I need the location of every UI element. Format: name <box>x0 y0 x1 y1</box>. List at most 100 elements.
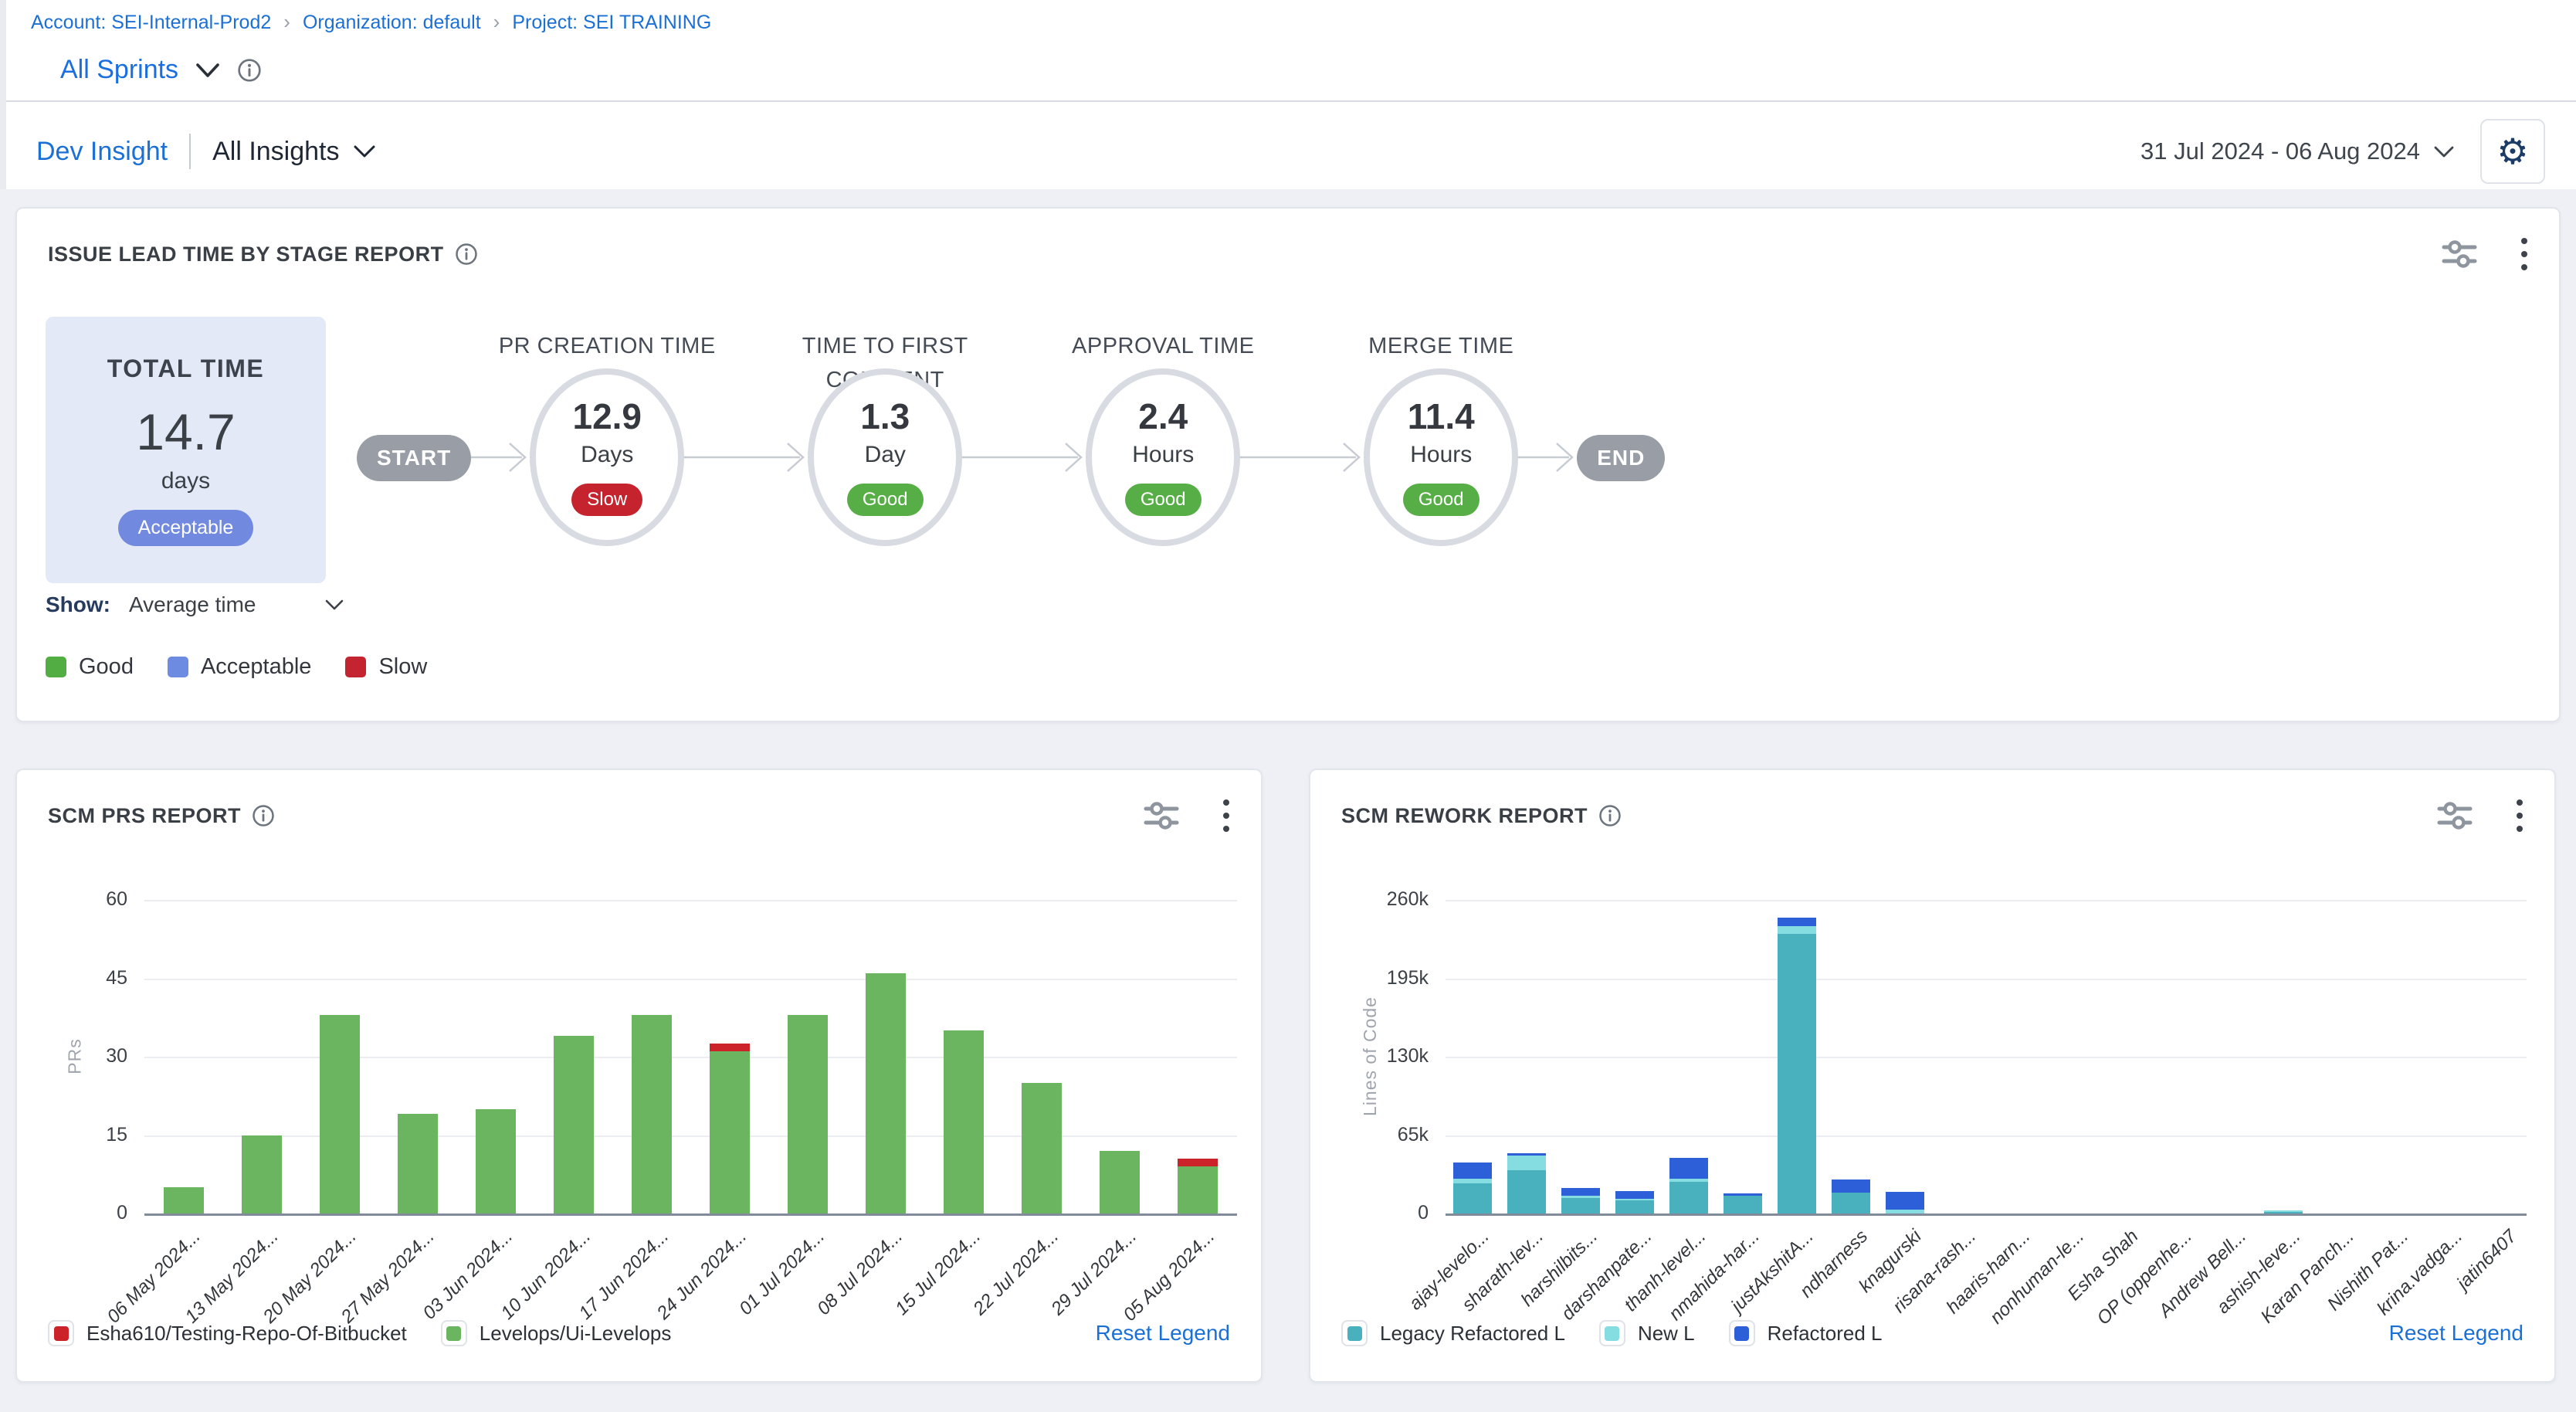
legend-item[interactable]: Esha610/Testing-Repo-Of-Bitbucket <box>48 1320 407 1346</box>
legend-label[interactable]: Esha610/Testing-Repo-Of-Bitbucket <box>86 1322 407 1346</box>
bar-segment[interactable] <box>632 1015 672 1213</box>
bar-segment[interactable] <box>1100 1151 1140 1213</box>
bar-segment[interactable] <box>1778 926 1816 933</box>
filter-sliders-icon[interactable] <box>2442 238 2477 270</box>
filter-sliders-icon[interactable] <box>2437 799 2473 832</box>
filter-sliders-icon[interactable] <box>1144 799 1179 832</box>
legend-label[interactable]: Legacy Refactored L <box>1380 1322 1565 1346</box>
sprint-selector-label[interactable]: All Sprints <box>60 55 178 85</box>
bar-segment[interactable] <box>710 1051 750 1213</box>
chevron-down-icon[interactable] <box>195 62 220 79</box>
stage-value: 11.4 <box>1408 399 1475 434</box>
y-tick-label: 60 <box>48 888 127 911</box>
breadcrumb-separator: › <box>283 10 290 34</box>
bar-segment[interactable] <box>1778 934 1816 1213</box>
bar-segment[interactable] <box>1615 1200 1654 1213</box>
bar-segment[interactable] <box>1507 1170 1546 1213</box>
bar-segment[interactable] <box>866 973 906 1213</box>
y-tick-label: 65k <box>1341 1124 1429 1146</box>
stage-title: TIME TO FIRST COMMENT <box>758 330 1012 368</box>
bar-segment[interactable] <box>788 1015 828 1213</box>
gridline <box>144 979 1237 980</box>
legend-swatch[interactable] <box>1341 1320 1368 1346</box>
info-icon[interactable] <box>252 804 275 827</box>
show-label: Show: <box>46 592 110 617</box>
kebab-menu-icon[interactable] <box>1222 798 1230 833</box>
bar-segment[interactable] <box>2264 1210 2303 1212</box>
reset-legend-link[interactable]: Reset Legend <box>2389 1321 2523 1346</box>
legend-item[interactable]: Refactored L <box>1729 1320 1883 1346</box>
legend-swatch[interactable] <box>48 1320 74 1346</box>
kebab-menu-icon[interactable] <box>2516 798 2523 833</box>
bar-segment[interactable] <box>1178 1166 1218 1213</box>
info-icon[interactable] <box>455 243 478 266</box>
legend-item[interactable]: Levelops/Ui-Levelops <box>441 1320 672 1346</box>
scm-rework-chart: Lines of Code065k130k195k260kajay-levelo… <box>1341 847 2527 1326</box>
bar-segment[interactable] <box>1778 918 1816 926</box>
bar-segment[interactable] <box>1669 1158 1708 1179</box>
bar-segment[interactable] <box>164 1187 204 1213</box>
lead-time-stage: APPROVAL TIME 2.4 Hours Good <box>1086 330 1240 546</box>
info-icon[interactable] <box>237 58 262 83</box>
stage-circle[interactable]: 2.4 Hours Good <box>1086 368 1240 546</box>
bar-segment[interactable] <box>1669 1179 1708 1183</box>
breadcrumb-item[interactable]: Project: SEI TRAINING <box>512 12 711 34</box>
settings-gear-button[interactable]: ⚙ <box>2480 119 2545 184</box>
bar-segment[interactable] <box>1453 1179 1492 1183</box>
date-range-text[interactable]: 31 Jul 2024 - 06 Aug 2024 <box>2140 137 2420 165</box>
bar-segment[interactable] <box>1832 1193 1870 1213</box>
bar-segment[interactable] <box>710 1044 750 1051</box>
legend-label[interactable]: Levelops/Ui-Levelops <box>480 1322 672 1346</box>
legend-item[interactable]: New L <box>1599 1320 1695 1346</box>
bar-segment[interactable] <box>242 1135 282 1214</box>
insight-selector-label[interactable]: All Insights <box>212 137 339 167</box>
sprint-selector[interactable]: All Sprints <box>60 55 2576 85</box>
legend-swatch[interactable] <box>441 1320 467 1346</box>
legend-swatch[interactable] <box>1729 1320 1755 1346</box>
x-tick-label: nonhuman-le... <box>1986 1226 2089 1329</box>
info-icon[interactable] <box>1598 804 1622 827</box>
scm-prs-chart: PRs01530456006 May 2024...13 May 2024...… <box>48 847 1233 1326</box>
legend-label[interactable]: Refactored L <box>1768 1322 1883 1346</box>
stage-circle[interactable]: 12.9 Days Slow <box>530 368 684 546</box>
bar-segment[interactable] <box>1507 1153 1546 1156</box>
bar-segment[interactable] <box>1453 1163 1492 1178</box>
x-tick-label: Karan Panch... <box>2257 1226 2359 1328</box>
date-range-picker[interactable]: 31 Jul 2024 - 06 Aug 2024 <box>2140 137 2454 165</box>
insight-selector[interactable]: All Insights <box>212 137 375 167</box>
breadcrumb-item[interactable]: Organization: default <box>303 12 481 34</box>
bar-segment[interactable] <box>398 1114 438 1213</box>
breadcrumb-item[interactable]: Account: SEI-Internal-Prod2 <box>31 12 271 34</box>
bar-segment[interactable] <box>944 1030 984 1213</box>
bar-segment[interactable] <box>1453 1183 1492 1213</box>
bar-segment[interactable] <box>1886 1192 1924 1210</box>
bar-segment[interactable] <box>1022 1083 1062 1213</box>
stage-circle[interactable]: 1.3 Day Good <box>808 368 962 546</box>
show-value[interactable]: Average time <box>129 592 256 617</box>
bar-segment[interactable] <box>1561 1188 1600 1195</box>
legend-label[interactable]: New L <box>1638 1322 1695 1346</box>
insight-name[interactable]: Dev Insight <box>36 137 168 167</box>
reset-legend-link[interactable]: Reset Legend <box>1096 1321 1230 1346</box>
bar-segment[interactable] <box>1724 1193 1762 1195</box>
bar-segment[interactable] <box>1832 1179 1870 1193</box>
bar-segment[interactable] <box>1507 1156 1546 1170</box>
legend-item: Good <box>46 654 134 680</box>
kebab-menu-icon[interactable] <box>2520 236 2528 272</box>
bar-segment[interactable] <box>554 1036 594 1213</box>
chevron-down-icon[interactable] <box>325 599 344 611</box>
legend-swatch[interactable] <box>1599 1320 1625 1346</box>
stage-circle[interactable]: 11.4 Hours Good <box>1364 368 1518 546</box>
bar-segment[interactable] <box>1561 1196 1600 1198</box>
bar-segment[interactable] <box>1615 1199 1654 1200</box>
bar-segment[interactable] <box>1724 1196 1762 1213</box>
stage-unit: Day <box>865 442 906 468</box>
legend-item[interactable]: Legacy Refactored L <box>1341 1320 1565 1346</box>
bar-segment[interactable] <box>1615 1191 1654 1198</box>
bar-segment[interactable] <box>320 1015 360 1213</box>
bar-segment[interactable] <box>1178 1159 1218 1166</box>
bar-segment[interactable] <box>1561 1198 1600 1213</box>
bar-segment[interactable] <box>476 1109 516 1213</box>
bar-segment[interactable] <box>1669 1182 1708 1213</box>
show-dropdown[interactable]: Show: Average time <box>46 592 344 617</box>
